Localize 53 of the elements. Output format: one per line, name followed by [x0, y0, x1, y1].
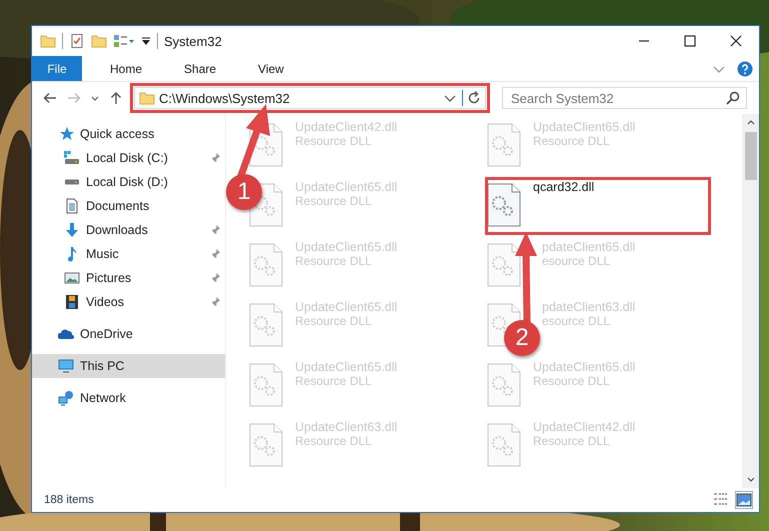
properties-icon[interactable]: [69, 33, 85, 49]
film-icon: [64, 294, 80, 310]
sidebar-item[interactable]: Documents: [32, 194, 225, 218]
file-name[interactable]: qcard32.dll: [533, 180, 594, 194]
pin-icon[interactable]: [210, 296, 221, 307]
ribbon-tab[interactable]: Home: [82, 56, 156, 81]
dll-file-icon: [249, 423, 283, 467]
large-icons-view-icon[interactable]: [735, 491, 753, 509]
pin-icon[interactable]: [210, 248, 221, 259]
dll-file-icon: [249, 363, 283, 407]
drive-icon: [64, 150, 80, 166]
dll-file-icon: [487, 123, 521, 167]
sidebar-item[interactable]: Downloads: [32, 218, 225, 242]
scrollbar-thumb[interactable]: [744, 132, 756, 180]
dll-file-icon: [487, 423, 521, 467]
customize-caret-icon[interactable]: [141, 36, 151, 46]
sidebar-item[interactable]: Music: [32, 242, 225, 266]
sidebar-item[interactable]: Network: [32, 386, 225, 410]
sidebar-item[interactable]: OneDrive: [32, 322, 225, 346]
document-icon: [64, 198, 80, 214]
sidebar-item[interactable]: Quick access: [32, 122, 225, 146]
dll-file-icon: [487, 243, 521, 287]
pin-icon[interactable]: [210, 152, 221, 163]
details-view-icon[interactable]: [713, 491, 729, 507]
folder-icon: [139, 90, 155, 106]
monitor-icon: [58, 358, 74, 374]
star-icon: [58, 126, 74, 142]
search-icon[interactable]: [725, 90, 741, 106]
pin-icon[interactable]: [210, 272, 221, 283]
sidebar-item[interactable]: This PC: [32, 354, 225, 378]
dll-file-icon: [487, 363, 521, 407]
view-icon[interactable]: [113, 33, 135, 49]
scrollbar[interactable]: [742, 114, 759, 488]
sidebar-item[interactable]: Pictures: [32, 266, 225, 290]
drive-icon: [64, 179, 80, 185]
dll-file-icon: [249, 303, 283, 347]
download-arrow-icon: [64, 222, 80, 238]
dll-file-icon: [249, 243, 283, 287]
ribbon-tab[interactable]: File: [32, 56, 82, 81]
ribbon-tab[interactable]: Share: [156, 56, 230, 81]
pin-icon[interactable]: [210, 224, 221, 235]
sidebar-item[interactable]: Local Disk (C:): [32, 146, 225, 170]
item-count: 188 items: [44, 494, 94, 506]
address-path: C:\Windows\System32: [159, 90, 291, 106]
help-icon[interactable]: [737, 60, 753, 76]
search-field[interactable]: Search System32: [502, 87, 747, 109]
sidebar-item[interactable]: Local Disk (D:): [32, 170, 225, 194]
sidebar-item[interactable]: Videos: [32, 290, 225, 314]
picture-icon: [64, 270, 80, 286]
ribbon-tab[interactable]: View: [230, 56, 298, 81]
network-icon: [58, 390, 74, 406]
dll-file-icon: [487, 183, 521, 227]
window-title: System32: [164, 34, 222, 48]
